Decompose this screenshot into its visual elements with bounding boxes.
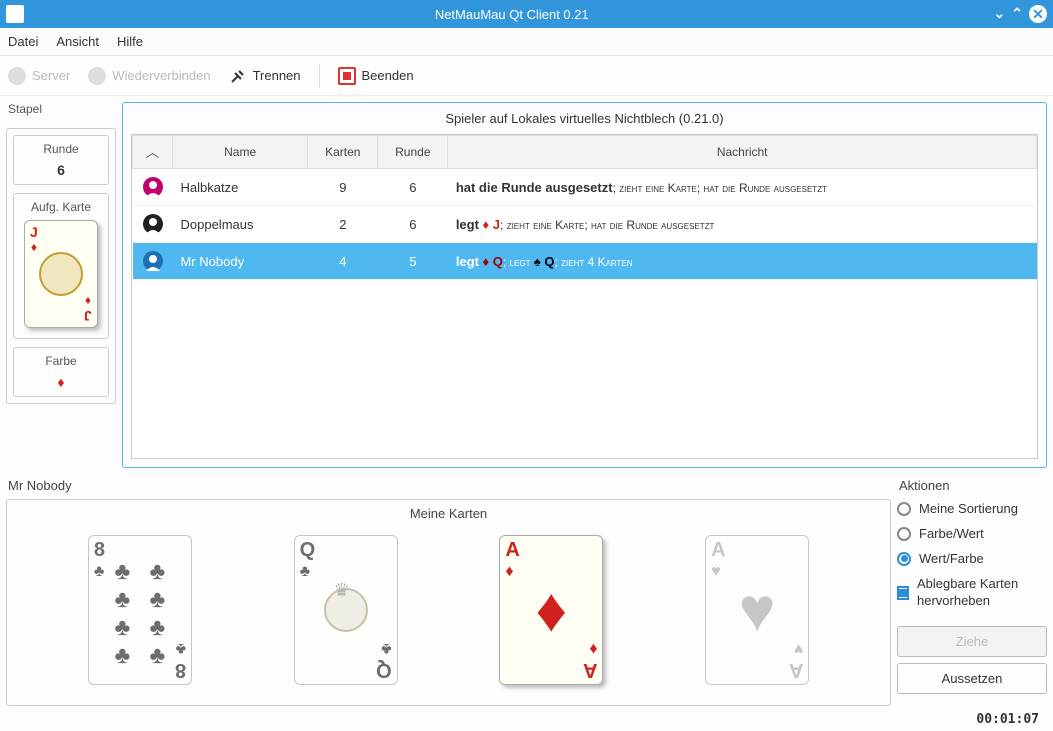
- disconnect-button[interactable]: Trennen: [229, 67, 301, 85]
- toolbar: Server Wiederverbinden Trennen Beenden: [0, 56, 1053, 96]
- reconnect-icon: [88, 67, 106, 85]
- player-name-cell: Doppelmaus: [173, 206, 308, 243]
- table-row[interactable]: Doppelmaus 2 6 legt ♦ J; zieht eine Kart…: [133, 206, 1037, 243]
- stapel-panel: Runde 6 Aufg. Karte J♦ J♦ Farbe ♦: [6, 128, 116, 404]
- globe-icon: [8, 67, 26, 85]
- menubar: Datei Ansicht Hilfe: [0, 28, 1053, 56]
- sort-indicator[interactable]: ︿: [133, 136, 173, 169]
- titlebar: 🂡 NetMauMau Qt Client 0.21 ⌄ ⌃ ✕: [0, 0, 1053, 28]
- col-name[interactable]: Name: [173, 136, 308, 169]
- chevron-up-icon: ︿: [146, 144, 160, 160]
- players-table: ︿ Name Karten Runde Nachricht Halbkatze …: [132, 135, 1037, 280]
- hand-card[interactable]: A♦ ♦ A♦: [499, 535, 603, 685]
- minimize-icon[interactable]: ⌄: [994, 5, 1006, 23]
- col-message[interactable]: Nachricht: [448, 136, 1037, 169]
- stapel-title: Stapel: [6, 102, 116, 116]
- hand-card[interactable]: 8♣ ♣♣♣♣♣♣♣♣ 8♣: [88, 535, 192, 685]
- sort-rank-suit-radio[interactable]: Wert/Farbe: [897, 551, 1047, 566]
- col-round[interactable]: Runde: [378, 136, 448, 169]
- hand-card[interactable]: Q♣ ♛ Q♣: [294, 535, 398, 685]
- player-round-cell: 5: [378, 243, 448, 280]
- player-round-cell: 6: [378, 206, 448, 243]
- status-timer: 00:01:07: [0, 710, 1053, 731]
- separator: [319, 64, 320, 88]
- avatar-icon: [141, 212, 165, 236]
- round-box: Runde 6: [13, 135, 109, 185]
- skip-button[interactable]: Aussetzen: [897, 663, 1047, 694]
- menu-help[interactable]: Hilfe: [117, 34, 143, 49]
- table-row[interactable]: Halbkatze 9 6 hat die Runde ausgesetzt; …: [133, 169, 1037, 206]
- jack-face-icon: [39, 252, 83, 296]
- sort-mine-radio[interactable]: Meine Sortierung: [897, 501, 1047, 516]
- player-cards-cell: 4: [308, 243, 378, 280]
- player-message-cell: legt ♦ J; zieht eine Karte; hat die Rund…: [448, 206, 1037, 243]
- player-name: Mr Nobody: [6, 474, 891, 499]
- app-icon: 🂡: [6, 5, 24, 23]
- window-title: NetMauMau Qt Client 0.21: [30, 7, 994, 22]
- col-cards[interactable]: Karten: [308, 136, 378, 169]
- highlight-checkbox[interactable]: Ablegbare Karten hervorheben: [897, 576, 1047, 610]
- close-icon[interactable]: ✕: [1029, 5, 1047, 23]
- disconnect-icon: [229, 67, 247, 85]
- stop-icon: [338, 67, 356, 85]
- actions-title: Aktionen: [897, 474, 1047, 501]
- player-message-cell: legt ♦ Q; legt ♠ Q; zieht 4 Karten: [448, 243, 1037, 280]
- draw-button: Ziehe: [897, 626, 1047, 657]
- avatar-icon: [141, 175, 165, 199]
- player-cards-cell: 9: [308, 169, 378, 206]
- avatar-icon: [141, 249, 165, 273]
- player-name-cell: Mr Nobody: [173, 243, 308, 280]
- top-card: J♦ J♦: [24, 220, 98, 328]
- color-box: Farbe ♦: [13, 347, 109, 397]
- my-cards-title: Meine Karten: [17, 506, 880, 521]
- player-round-cell: 6: [378, 169, 448, 206]
- server-panel: Spieler auf Lokales virtuelles Nichtblec…: [122, 102, 1047, 468]
- menu-view[interactable]: Ansicht: [56, 34, 99, 49]
- sort-suit-rank-radio[interactable]: Farbe/Wert: [897, 526, 1047, 541]
- player-cards-cell: 2: [308, 206, 378, 243]
- server-button: Server: [8, 67, 70, 85]
- player-message-cell: hat die Runde ausgesetzt; zieht eine Kar…: [448, 169, 1037, 206]
- hand-card[interactable]: A♥ ♥ A♥: [705, 535, 809, 685]
- my-cards-panel: Meine Karten 8♣ ♣♣♣♣♣♣♣♣ 8♣ Q♣ ♛ Q♣ A♦ ♦…: [6, 499, 891, 706]
- maximize-icon[interactable]: ⌃: [1011, 5, 1023, 23]
- quit-button[interactable]: Beenden: [338, 67, 414, 85]
- table-row[interactable]: Mr Nobody 4 5 legt ♦ Q; legt ♠ Q; zieht …: [133, 243, 1037, 280]
- reconnect-button: Wiederverbinden: [88, 67, 210, 85]
- server-title: Spieler auf Lokales virtuelles Nichtblec…: [123, 103, 1046, 134]
- topcard-box: Aufg. Karte J♦ J♦: [13, 193, 109, 339]
- player-name-cell: Halbkatze: [173, 169, 308, 206]
- menu-file[interactable]: Datei: [8, 34, 38, 49]
